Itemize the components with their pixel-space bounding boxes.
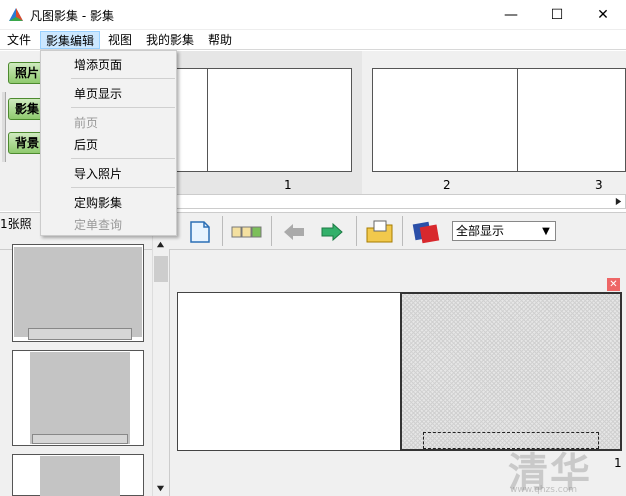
- panel-tab-strip: [2, 92, 6, 162]
- menu-separator: [71, 158, 175, 159]
- open-folder-icon[interactable]: [364, 218, 396, 246]
- page-number-label: 2: [443, 178, 451, 192]
- toolbar-separator: [271, 216, 272, 246]
- menu-separator: [71, 187, 175, 188]
- thumbnail-caption-box: [28, 328, 132, 340]
- toolbar-separator: [402, 216, 403, 246]
- editor-page-number: 1: [614, 456, 622, 470]
- window-title: 凡图影集 - 影集: [30, 9, 114, 23]
- page-thumb-1-left[interactable]: [176, 68, 208, 172]
- page-thumb-1-right[interactable]: [207, 68, 352, 172]
- new-page-icon[interactable]: [186, 218, 214, 246]
- menu-album-edit[interactable]: 影集编辑: [40, 31, 101, 49]
- two-page-layout-icon[interactable]: [230, 218, 264, 246]
- menu-item-import-photos[interactable]: 导入照片: [74, 165, 122, 182]
- menu-view[interactable]: 视图: [103, 31, 137, 49]
- menu-item-order-query: 定单查询: [74, 218, 123, 232]
- menu-item-single-page[interactable]: 单页显示: [74, 85, 122, 102]
- photo-thumbnail-image: [30, 352, 130, 444]
- album-order-icon[interactable]: [410, 218, 442, 246]
- scroll-right-arrow-icon[interactable]: [614, 197, 623, 206]
- close-page-icon[interactable]: ✕: [607, 278, 620, 291]
- album-edit-dropdown: 增添页面 单页显示 前页 后页 导入照片 定购影集 定单查询: [40, 50, 177, 236]
- menu-item-next-page[interactable]: 后页: [74, 136, 98, 153]
- toolbar-separator: [356, 216, 357, 246]
- thumbnail-caption-box: [32, 434, 128, 444]
- page-number-label: 3: [595, 178, 603, 192]
- menu-my-albums[interactable]: 我的影集: [141, 31, 199, 49]
- app-logo-icon: [9, 8, 23, 21]
- album-left-page[interactable]: [177, 292, 401, 451]
- horizontal-scrollbar[interactable]: [176, 194, 626, 209]
- page-number-label: 1: [284, 178, 292, 192]
- photo-thumbnail-image: [14, 247, 142, 337]
- menu-separator: [71, 78, 175, 79]
- watermark-url: www.qhzs.com: [510, 485, 578, 495]
- scroll-up-arrow-icon[interactable]: [156, 240, 165, 249]
- menu-item-add-page[interactable]: 增添页面: [74, 56, 122, 73]
- menu-item-prev-page: 前页: [74, 116, 99, 130]
- scroll-down-arrow-icon[interactable]: [156, 484, 165, 493]
- menu-file[interactable]: 文件: [2, 31, 36, 49]
- page-thumb-2-left[interactable]: [372, 68, 518, 172]
- scrollbar-thumb[interactable]: [154, 256, 168, 282]
- menu-item-order-album[interactable]: 定购影集: [74, 194, 122, 211]
- photo-thumbnail-image: [40, 456, 120, 496]
- menu-separator: [71, 107, 175, 108]
- forward-arrow-icon[interactable]: [318, 218, 346, 246]
- album-right-page[interactable]: [400, 292, 622, 451]
- select-dropdown-arrow-icon[interactable]: ▼: [538, 222, 554, 240]
- toolbar-separator: [222, 216, 223, 246]
- back-arrow-icon[interactable]: [280, 218, 308, 246]
- page-thumb-2-right[interactable]: [517, 68, 626, 172]
- minimize-button[interactable]: —: [488, 0, 534, 30]
- close-button[interactable]: ✕: [580, 0, 626, 30]
- maximize-button[interactable]: ☐: [534, 0, 580, 30]
- photo-count: 1张照: [0, 217, 32, 231]
- menu-help[interactable]: 帮助: [203, 31, 237, 49]
